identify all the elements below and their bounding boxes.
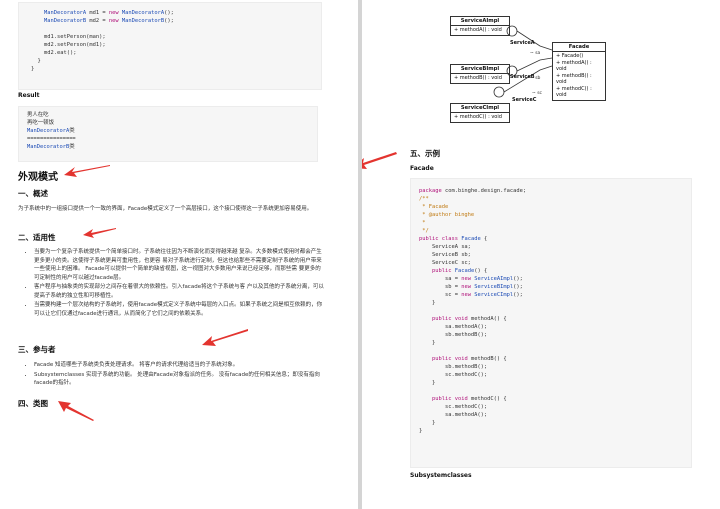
code-top-line: ManDecoratorB md2 = new ManDecoratorB(); [43,18,174,24]
code-main-line: sc.methodC(); [419,404,488,410]
right-page: ServiceAImpl + methodA() : void ServiceB… [362,0,720,509]
uml-label-service-c: ServiceC [512,97,537,103]
list-item: Facade 知道哪些子系统类负责处理请求。 将客户的请求代理给适当的子系统对象… [34,361,324,370]
list-item: 当需要构建一个层次结构的子系统时，使用facade模式定义子系统中每层的入口点。… [34,301,324,318]
code-main-line [419,387,691,395]
overview-text: 为子系统中的一组接口提供一个一致的界面，Facade模式定义了一个高层接口，这个… [18,206,313,212]
annotation-arrow [58,401,94,421]
result-line: 再吃一顿饭 [27,120,54,126]
uml-connectors [493,25,553,98]
participants-list: Facade 知道哪些子系统类负责处理请求。 将客户的请求代理给适当的子系统对象… [24,361,324,389]
facade-code-block: package com.binghe.design.facade; /** * F… [410,178,692,468]
uml-role-sc: ~ sc [532,91,543,96]
code-main-line: } [419,380,436,386]
result-line: 男人在吃 [27,112,49,118]
code-top-line [31,25,321,33]
code-main-line [419,307,691,315]
code-top-line: ManDecoratorA md1 = new ManDecoratorA(); [43,10,174,16]
list-item: 客户程序与抽象类的实现部分之间存在着很大的依赖性。引入facade将这个子系统与… [34,283,324,300]
code-main-line: sa.methodA(); [419,324,488,330]
section-applicability: 二、适用性 [18,233,56,242]
annotation-arrow [362,152,397,169]
code-main-line: * [419,220,426,226]
code-top-line: md2.eat(); [31,50,77,56]
annotation-arrow [202,329,248,346]
code-main-line: sa.methodA(); [419,412,488,418]
code-main-line: sc = new ServiceCImpl(); [419,292,523,298]
section-title-facade: 外观模式 [18,172,58,183]
code-main-line: public void methodC() { [431,396,507,402]
code-main-line: } [419,340,436,346]
code-main-line: sa = new ServiceAImpl(); [419,276,523,282]
code-top-line: } [31,66,35,72]
annotation-arrow [64,165,110,177]
section-participants: 三、参与者 [18,345,56,354]
result-line: =============== [27,136,76,142]
list-item: 当要为一个复杂子系统提供一个简单接口时。子系统往往因为不断演化而变得越来越 复杂… [34,248,324,282]
facade-code-label: Facade [410,165,434,172]
section-example: 五、示例 [410,149,440,158]
code-main-line: sb = new ServiceBImpl(); [419,284,523,290]
code-top-line: md1.setPerson(man); [31,34,106,40]
code-main-line: * @author binghe [419,212,475,218]
code-main-line: sc.methodC(); [419,372,488,378]
code-main-line: sb.methodB(); [419,364,488,370]
code-main-line: public void methodB() { [431,356,507,362]
subsystem-label: Subsystemclasses [410,472,472,479]
code-main-line: /** [419,196,429,202]
code-main-line: ServiceC sc; [419,260,471,266]
code-main-line: } [419,420,436,426]
code-main-line: */ [419,228,429,234]
code-top-line: md2.setPerson(md1); [31,42,106,48]
applicability-list: 当要为一个复杂子系统提供一个简单接口时。子系统往往因为不断演化而变得越来越 复杂… [24,248,324,319]
code-main-line: ServiceB sb; [419,252,471,258]
result-label: Result [18,92,40,99]
code-main-line: sb.methodB(); [419,332,488,338]
result-block: 男人在吃再吃一顿饭 ManDecoratorA类 =============== Ma… [18,106,318,162]
result-line: ManDecoratorA类 [27,128,75,134]
code-main-line: ServiceA sa; [419,244,471,250]
uml-label-service-a: ServiceA [510,40,535,46]
list-item: Subsystemclasses 实现子系统的功能。 处理由Facade对象指派… [34,371,324,388]
code-main-line: public void methodA() { [431,316,507,322]
result-line: ManDecoratorB类 [27,144,75,150]
section-overview: 一、概述 [18,189,48,198]
code-main-line: * Facade [419,204,449,210]
uml-role-sa: ~ sa [530,51,541,56]
annotation-arrow [83,228,116,238]
left-page: ManDecoratorA md1 = new ManDecoratorA();… [0,0,358,509]
code-main-line: package com.binghe.design.facade; [419,188,527,194]
code-block-top: ManDecoratorA md1 = new ManDecoratorA();… [18,2,322,90]
code-main-line: } [419,300,436,306]
uml-role-sb: ~ sb [530,76,541,81]
code-main-line: public class Facade { [419,236,488,242]
section-class-diagram: 四、类图 [18,399,48,408]
code-main-line [419,347,691,355]
code-main-line: } [419,428,423,434]
code-main-line: public Facade() { [431,268,488,274]
code-top-line: } [31,58,41,64]
